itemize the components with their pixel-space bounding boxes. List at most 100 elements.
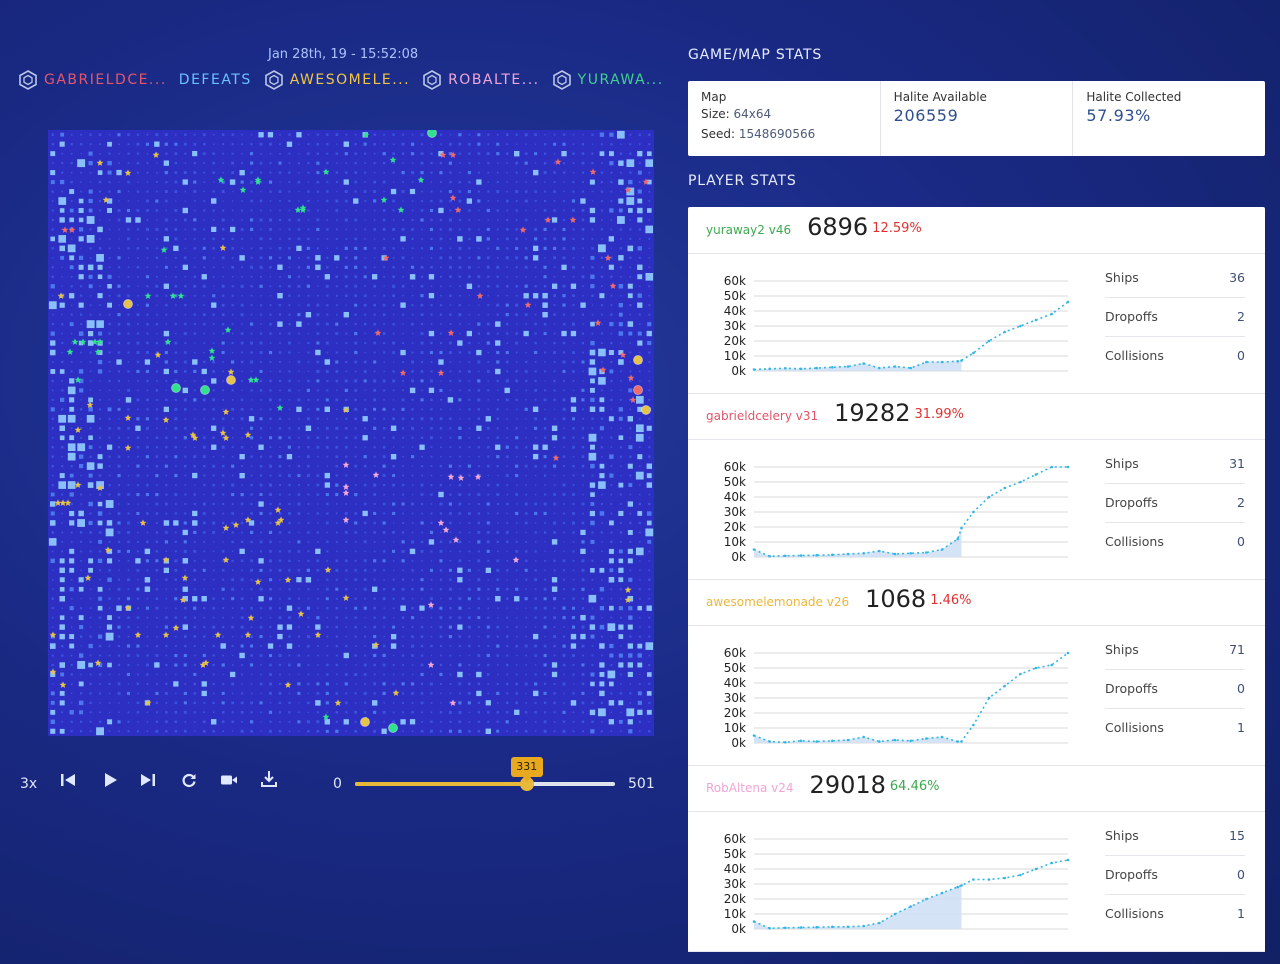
player-name: awesomelemonade v26 xyxy=(706,595,850,609)
data-point xyxy=(893,912,897,916)
data-point xyxy=(987,495,991,499)
player-tab[interactable]: DEFEATS xyxy=(179,72,252,88)
player-tab[interactable]: GABRIELDCE... xyxy=(18,70,167,90)
stat-value: 0 xyxy=(1237,867,1245,882)
game-map-stats-title: GAME/MAP STATS xyxy=(688,47,823,63)
y-tick-label: 30k xyxy=(724,505,746,519)
player-score: 19282 xyxy=(834,399,911,427)
stat-row-collisions: Collisions 1 xyxy=(1105,894,1245,933)
player-halite-percentage: 12.59% xyxy=(872,221,922,236)
y-tick-label: 30k xyxy=(724,691,746,705)
data-point xyxy=(956,360,959,363)
y-tick-label: 0k xyxy=(731,364,746,378)
data-point xyxy=(752,548,756,551)
data-point xyxy=(752,368,756,371)
data-point xyxy=(846,365,850,368)
stat-row-dropoffs: Dropoffs 2 xyxy=(1105,483,1245,523)
stat-value: 31 xyxy=(1229,456,1245,471)
player-tab[interactable]: ROBALTE... xyxy=(422,70,540,90)
seed-label: Seed: xyxy=(701,127,736,141)
halite-line-chart: 60k50k40k30k20k10k0k xyxy=(724,646,1070,750)
halite-line-chart: 60k50k40k30k20k10k0k xyxy=(724,832,1070,936)
stat-label: Ships xyxy=(1105,642,1139,657)
stat-row-ships: Ships 36 xyxy=(1105,258,1245,298)
hexagon-icon xyxy=(423,70,441,90)
data-point xyxy=(972,878,975,881)
data-point xyxy=(1066,858,1070,862)
data-point xyxy=(862,735,865,739)
data-point xyxy=(1050,663,1053,667)
data-point xyxy=(1066,651,1070,655)
download-icon[interactable] xyxy=(261,770,277,788)
player-tab[interactable]: AWESOMELE... xyxy=(264,70,410,90)
stat-row-dropoffs: Dropoffs 2 xyxy=(1105,297,1245,337)
player-header: gabrieldcelery v31 19282 31.99% xyxy=(688,393,1265,440)
y-tick-label: 20k xyxy=(724,520,746,534)
stat-label: Dropoffs xyxy=(1105,309,1158,324)
player-halite-percentage: 31.99% xyxy=(914,407,965,422)
y-tick-label: 10k xyxy=(724,907,746,921)
stat-row-collisions: Collisions 0 xyxy=(1105,522,1245,561)
player-tab[interactable]: YURAWA... xyxy=(552,70,664,90)
game-map[interactable] xyxy=(48,130,654,736)
halite-line-chart: 60k50k40k30k20k10k0k xyxy=(724,460,1070,564)
data-point xyxy=(752,734,756,737)
halite-collected-cell: Halite Collected 57.93% xyxy=(1073,81,1265,156)
player-halite-percentage: 1.46% xyxy=(930,593,972,608)
player-tab-label: DEFEATS xyxy=(178,72,252,88)
progress-area xyxy=(754,885,962,929)
stat-value: 36 xyxy=(1229,270,1245,285)
halite-available-cell: Halite Available 206559 xyxy=(881,81,1074,156)
data-point xyxy=(1050,861,1053,865)
skip-back-icon[interactable] xyxy=(60,772,76,788)
y-tick-label: 10k xyxy=(724,349,746,363)
y-tick-label: 50k xyxy=(724,661,746,675)
skip-forward-icon[interactable] xyxy=(140,772,156,788)
y-tick-label: 60k xyxy=(724,832,746,846)
data-point xyxy=(987,878,991,881)
data-point xyxy=(784,741,787,744)
data-point xyxy=(909,905,912,908)
hexagon-icon xyxy=(19,70,37,90)
y-tick-label: 40k xyxy=(724,676,746,690)
data-point xyxy=(878,921,881,925)
halite-collected-value: 57.93% xyxy=(1086,106,1151,125)
player-tabs: GABRIELDCE... DEFEATS AWESOMELE... ROBALTE.… xyxy=(18,70,676,90)
data-point xyxy=(1019,480,1022,484)
data-point xyxy=(925,360,928,364)
stat-label: Ships xyxy=(1105,456,1139,471)
data-point xyxy=(893,552,897,556)
data-point xyxy=(831,739,834,743)
size-label: Size: xyxy=(701,107,730,121)
camera-icon[interactable] xyxy=(220,772,238,788)
refresh-icon[interactable] xyxy=(181,772,197,788)
data-point xyxy=(831,366,834,369)
timeline-slider[interactable]: 331 xyxy=(355,757,615,791)
playback-controls: 3x 0 331 501 xyxy=(18,757,658,800)
data-point xyxy=(1019,324,1022,328)
player-stats-body: 60k 50k 40k 30k 20k 10k 0k Ships 71 Dropoffs 0 Coll… xyxy=(688,625,1265,766)
replay-timestamp: Jan 28th, 19 - 15:52:08 xyxy=(268,47,419,62)
data-point xyxy=(972,723,975,727)
data-point xyxy=(799,926,803,929)
player-tab-label: ROBALTE... xyxy=(448,72,540,88)
data-point xyxy=(925,737,928,740)
data-point xyxy=(878,366,881,370)
stat-label: Dropoffs xyxy=(1105,681,1158,696)
data-point xyxy=(768,927,771,930)
speed-button[interactable]: 3x xyxy=(20,776,37,792)
stat-label: Dropoffs xyxy=(1105,495,1158,510)
data-point xyxy=(940,891,944,895)
data-point xyxy=(815,740,818,743)
player-tab-label: AWESOMELE... xyxy=(289,72,411,88)
stat-value: 71 xyxy=(1229,642,1245,657)
stat-row-ships: Ships 71 xyxy=(1105,630,1245,670)
data-point xyxy=(815,553,818,557)
data-point xyxy=(893,365,897,368)
player-header: RobAltena v24 29018 64.46% xyxy=(688,765,1265,812)
stat-value: 0 xyxy=(1237,348,1245,363)
data-point xyxy=(940,735,944,739)
data-point xyxy=(1066,465,1070,469)
stat-label: Collisions xyxy=(1105,348,1164,363)
play-icon[interactable] xyxy=(102,772,118,788)
